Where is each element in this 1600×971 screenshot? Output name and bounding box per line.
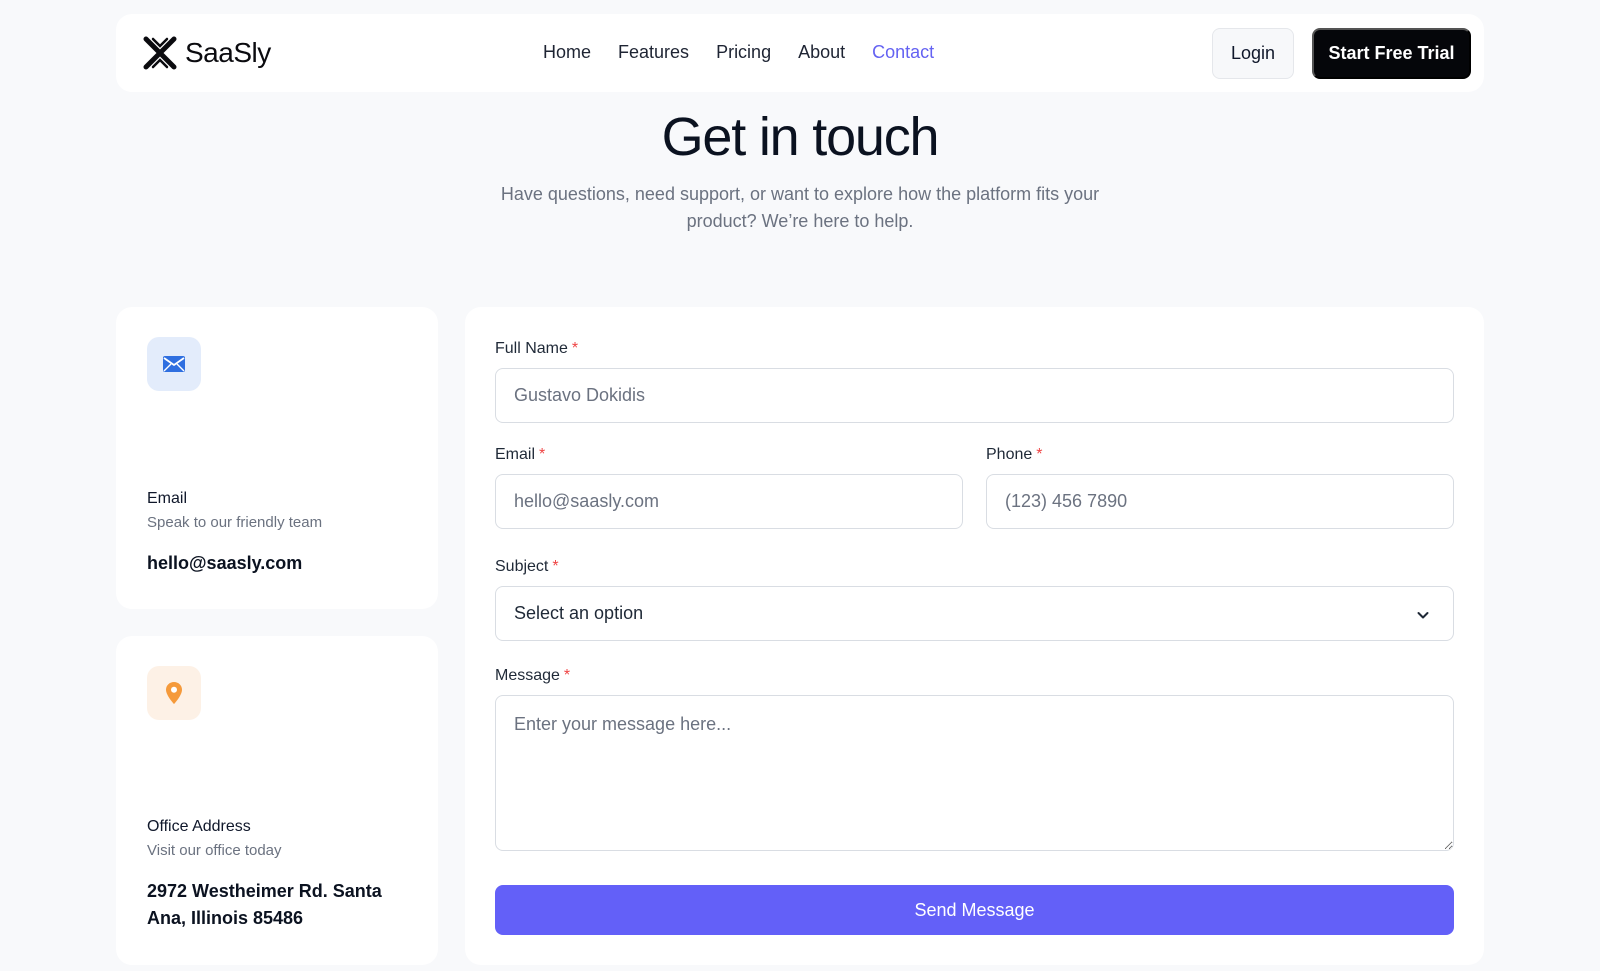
email-label-text: Email <box>495 446 536 463</box>
start-free-trial-button[interactable]: Start Free Trial <box>1312 28 1471 79</box>
subject-label: Subject * <box>495 558 559 576</box>
office-icon-tile <box>147 666 201 720</box>
message-textarea[interactable] <box>495 695 1454 851</box>
brand-name: SaaSly <box>185 37 271 68</box>
x-mark-logo-icon <box>143 36 177 70</box>
required-marker: * <box>552 558 559 575</box>
required-marker: * <box>539 446 546 463</box>
map-pin-icon <box>166 682 182 704</box>
envelope-icon <box>163 356 185 372</box>
email-contact-card: Email Speak to our friendly team hello@s… <box>116 307 438 609</box>
subject-select[interactable]: Select an option <box>495 586 1454 641</box>
navbar: SaaSly Home Features Pricing About Conta… <box>116 14 1484 92</box>
required-marker: * <box>1036 446 1043 463</box>
nav-link-about[interactable]: About <box>798 42 845 63</box>
office-card-title: Office Address <box>147 818 251 835</box>
nav-link-pricing[interactable]: Pricing <box>716 42 771 63</box>
message-label: Message * <box>495 667 570 685</box>
page-subtitle: Have questions, need support, or want to… <box>500 184 1100 231</box>
required-marker: * <box>563 667 571 684</box>
send-message-button[interactable]: Send Message <box>495 885 1454 935</box>
message-label-text: Message <box>495 667 560 684</box>
email-card-title: Email <box>147 490 188 507</box>
phone-label-text: Phone <box>986 446 1033 463</box>
office-card-value: 2972 Westheimer Rd. Santa Ana, Illinois … <box>147 881 382 928</box>
login-button[interactable]: Login <box>1212 28 1294 79</box>
subject-label-text: Subject <box>495 558 549 575</box>
office-contact-card: Office Address Visit our office today 29… <box>116 636 438 965</box>
full-name-input[interactable] <box>495 368 1454 423</box>
nav-link-home[interactable]: Home <box>543 42 591 63</box>
email-label: Email * <box>495 446 545 464</box>
email-input[interactable] <box>495 474 963 529</box>
contact-form: Full Name* Email* Phone* Subject* Select… <box>465 307 1484 965</box>
chevron-down-icon <box>1417 612 1429 619</box>
nav-link-contact[interactable]: Contact <box>872 42 934 63</box>
nav-link-features[interactable]: Features <box>618 42 689 63</box>
nav-links: Home Features Pricing About Contact <box>543 42 934 63</box>
email-card-subtitle: Speak to our friendly team <box>147 514 323 531</box>
office-card-subtitle: Visit our office today <box>147 842 282 859</box>
brand[interactable]: SaaSly <box>143 36 271 70</box>
email-card-value[interactable]: hello@saasly.com <box>147 550 302 577</box>
email-icon-tile <box>147 337 201 391</box>
required-marker: * <box>571 340 579 357</box>
page-title: Get in touch <box>661 107 940 167</box>
full-name-label: Full Name * <box>495 340 578 358</box>
phone-input[interactable] <box>986 474 1454 529</box>
phone-label: Phone * <box>986 446 1043 464</box>
full-name-label-text: Full Name <box>495 340 568 357</box>
subject-selected-value: Select an option <box>514 603 644 623</box>
